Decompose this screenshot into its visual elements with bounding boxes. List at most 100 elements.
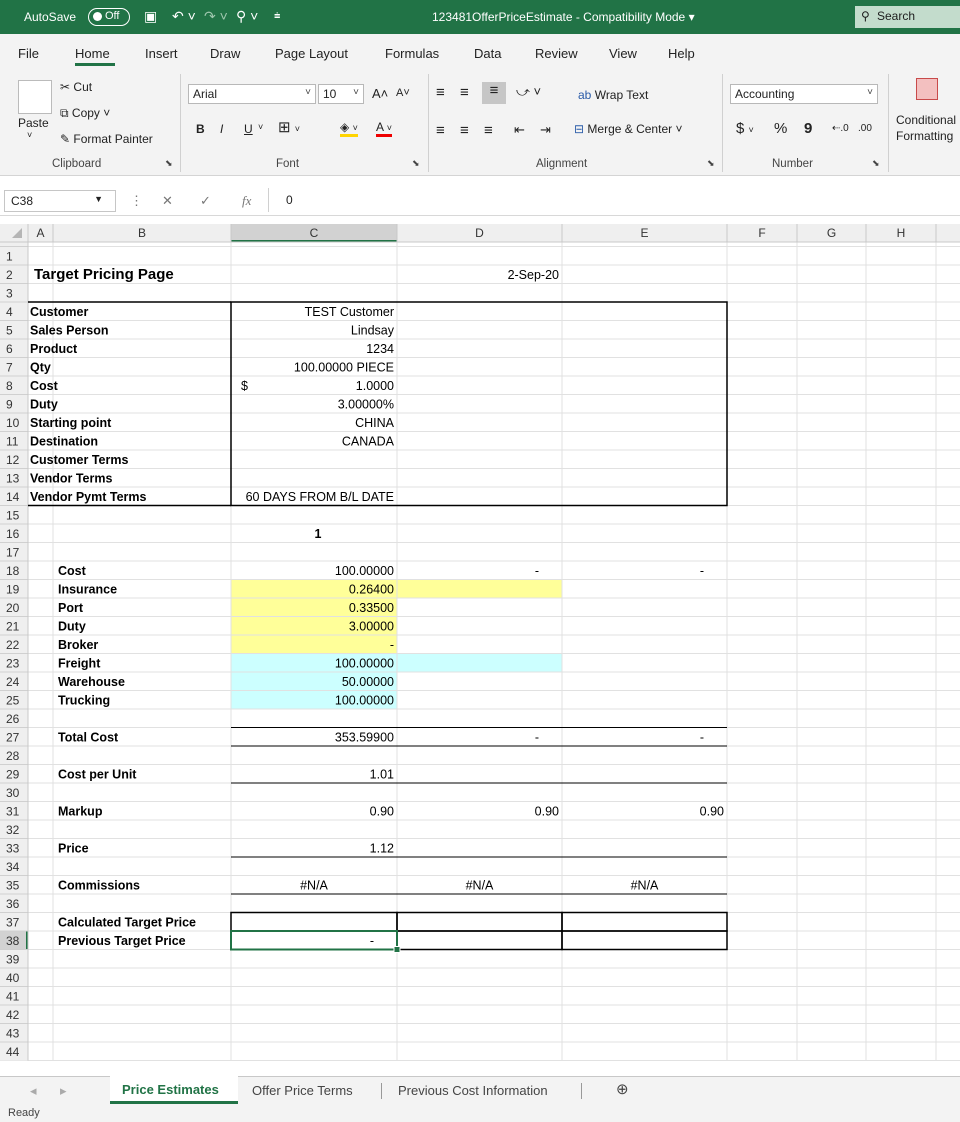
row-header: 32 <box>6 823 20 837</box>
format-painter-button[interactable]: ✎ Format Painter <box>60 132 153 146</box>
align-right-icon[interactable]: ≡ <box>484 122 493 139</box>
sheet-tab-offer-price-terms[interactable]: Offer Price Terms <box>252 1083 353 1098</box>
row-header: 15 <box>6 509 20 523</box>
row-header: 5 <box>6 324 13 338</box>
copy-button[interactable]: ⧉ Copy ˅ <box>60 106 110 121</box>
scroll-left-icon[interactable]: ◂ <box>30 1083 37 1099</box>
bottom-align-icon[interactable]: ≡ <box>482 82 506 104</box>
bold-button[interactable]: B <box>196 122 205 136</box>
undo-icon[interactable]: ↶ ˅ <box>172 8 196 25</box>
row-header: 39 <box>6 953 20 967</box>
underline-button[interactable]: U <box>244 122 253 136</box>
clipboard-launcher-icon[interactable]: ⬊ <box>165 158 173 169</box>
redo-icon[interactable]: ↷ ˅ <box>204 8 228 25</box>
price-label: Price <box>58 842 89 856</box>
prev-target-value: - <box>370 934 374 948</box>
increase-font-icon[interactable]: A˄ <box>372 86 388 101</box>
decrease-decimal-icon[interactable]: .00 <box>858 123 872 134</box>
target-cell-border[interactable] <box>396 911 563 932</box>
info-box-border <box>230 301 728 507</box>
paste-icon[interactable] <box>18 80 52 114</box>
document-title[interactable]: 123481OfferPriceEstimate - Compatibility… <box>432 10 695 24</box>
merge-center-button[interactable]: ⊟ Merge & Center ˅ <box>574 122 682 136</box>
align-left-icon[interactable]: ≡ <box>436 122 445 139</box>
top-align-icon[interactable]: ≡ <box>436 84 445 101</box>
markup-value-e: 0.90 <box>700 805 724 819</box>
menu-tab-home[interactable]: Home <box>75 46 110 61</box>
target-cell-border[interactable] <box>396 930 563 951</box>
row-header: 14 <box>6 490 20 504</box>
menu-tab-help[interactable]: Help <box>668 46 695 61</box>
increase-indent-icon[interactable]: ⇥ <box>540 122 551 138</box>
row-header: 18 <box>6 564 20 578</box>
grid-canvas[interactable]: A B C D E F G H12345678910111213141516171819202… <box>0 224 960 1072</box>
cost-value-c: 3.00000 <box>349 620 394 634</box>
font-launcher-icon[interactable]: ⬊ <box>412 158 420 169</box>
target-cell-border[interactable] <box>561 930 728 951</box>
center-icon[interactable]: ≡ <box>460 122 469 139</box>
decrease-font-icon[interactable]: A˅ <box>396 87 410 99</box>
increase-decimal-icon[interactable]: ⇠.0 <box>832 123 849 134</box>
prev-target-label: Previous Target Price <box>58 934 186 948</box>
underline-dropdown-icon[interactable]: ˅ <box>258 122 263 132</box>
target-cell-border[interactable] <box>230 911 398 932</box>
target-cell-border[interactable] <box>561 911 728 932</box>
autosave-toggle[interactable]: Off <box>88 8 130 26</box>
menu-tab-draw[interactable]: Draw <box>210 46 240 61</box>
touch-mode-icon[interactable]: ⚲ ˅ <box>236 8 258 25</box>
search-box[interactable]: ⚲ Search <box>855 6 960 28</box>
conditional-formatting-button[interactable]: Conditional Formatting <box>896 112 960 144</box>
menu-tab-review[interactable]: Review <box>535 46 578 61</box>
save-icon[interactable]: ▣ <box>144 8 157 25</box>
cancel-icon[interactable]: ✕ <box>162 193 173 209</box>
info-label: Starting point <box>30 416 112 430</box>
sheet-tab-previous-cost-information[interactable]: Previous Cost Information <box>398 1083 548 1098</box>
comma-button[interactable]: 9 <box>804 120 812 137</box>
orientation-icon[interactable]: ⤻ ˅ <box>516 84 541 100</box>
enter-icon[interactable]: ✓ <box>200 193 211 209</box>
row-header: 7 <box>6 361 13 375</box>
borders-icon[interactable]: ⊞ ˅ <box>278 118 300 136</box>
row-header: 4 <box>6 305 13 319</box>
percent-button[interactable]: % <box>774 120 787 137</box>
cost-value-c: 0.26400 <box>349 583 394 597</box>
name-box[interactable]: C38 ▼ <box>4 190 116 212</box>
row-header: 16 <box>6 527 20 541</box>
cut-button[interactable]: ✂ Cut <box>60 80 92 94</box>
italic-button[interactable]: I <box>220 122 223 136</box>
fill-handle[interactable] <box>393 946 401 953</box>
insert-function-button[interactable]: fx <box>242 193 251 209</box>
worksheet-grid[interactable]: A B C D E F G H 1 2 3 4 5 6 7 8 9 10 11 12 13 14 15 16 17 18 19 20 2… <box>0 224 960 1072</box>
decrease-indent-icon[interactable]: ⇤ <box>514 122 525 138</box>
number-format-combo[interactable]: Accounting ˅ <box>730 84 878 104</box>
row-header: 25 <box>6 694 20 708</box>
menu-bar: File Home Insert Draw Page Layout Formulas Dat… <box>0 34 960 68</box>
currency-button[interactable]: $ ˅ <box>736 120 754 137</box>
number-launcher-icon[interactable]: ⬊ <box>872 158 880 169</box>
alignment-launcher-icon[interactable]: ⬊ <box>707 158 715 169</box>
font-color-icon[interactable]: A ˅ <box>376 120 392 137</box>
menu-tab-view[interactable]: View <box>609 46 637 61</box>
sheet-tab-price-estimates[interactable]: Price Estimates <box>110 1076 238 1104</box>
scroll-right-icon[interactable]: ▸ <box>60 1083 67 1099</box>
font-size-combo[interactable]: 10 ˅ <box>318 84 364 104</box>
add-sheet-icon[interactable]: ⊕ <box>616 1080 629 1098</box>
row-header: 26 <box>6 712 20 726</box>
wrap-text-button[interactable]: ab Wrap Text <box>578 88 648 102</box>
sheet-tab-bar: ◂ ▸ Price Estimates Offer Price Terms Pr… <box>0 1076 960 1104</box>
menu-tab-formulas[interactable]: Formulas <box>385 46 439 61</box>
menu-tab-insert[interactable]: Insert <box>145 46 178 61</box>
paste-button[interactable]: Paste <box>18 116 49 130</box>
conditional-formatting-icon[interactable] <box>916 78 938 100</box>
cut-icon: ✂ <box>60 80 71 94</box>
middle-align-icon[interactable]: ≡ <box>460 84 469 101</box>
menu-tab-page-layout[interactable]: Page Layout <box>275 46 348 61</box>
menu-tab-file[interactable]: File <box>18 46 39 61</box>
customize-qat-icon[interactable]: ⩧ <box>274 10 280 23</box>
menu-tab-data[interactable]: Data <box>474 46 501 61</box>
chevron-down-icon: ▼ <box>94 194 103 204</box>
formula-input[interactable]: 0 <box>286 193 293 207</box>
font-name-combo[interactable]: Arial ˅ <box>188 84 316 104</box>
fill-color-icon[interactable]: ◈ ˅ <box>340 120 358 137</box>
paste-dropdown-icon[interactable]: ˅ <box>27 130 32 140</box>
